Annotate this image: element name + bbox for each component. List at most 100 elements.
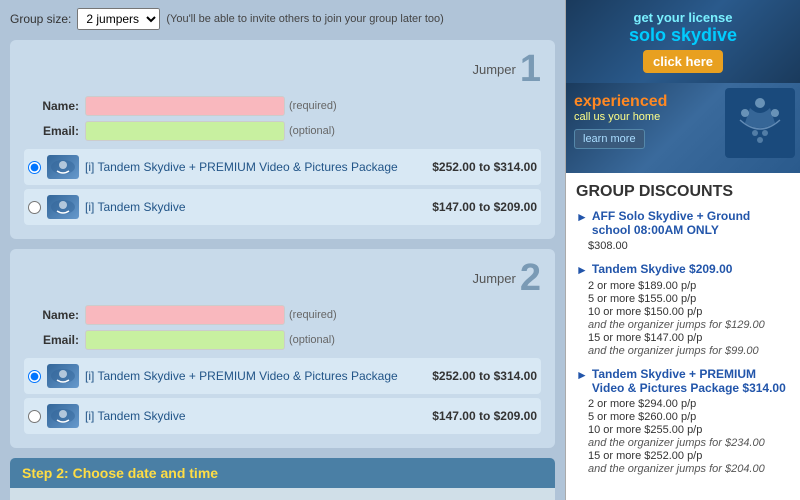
jumper-1-pkg-premium-name: [i] Tandem Skydive + PREMIUM Video & Pic…: [85, 160, 432, 174]
discount-title-0: AFF Solo Skydive + Ground school 08:00AM…: [592, 209, 790, 237]
jumper-2-package-basic: [i] Tandem Skydive $147.00 to $209.00: [24, 398, 541, 434]
group-discounts-title: GROUP DISCOUNTS: [576, 183, 790, 201]
group-size-label: Group size:: [10, 12, 71, 26]
solo-get-license: get your license: [634, 10, 733, 25]
discount-2-detail-4: 15 or more $252.00 p/p: [588, 450, 790, 462]
skydive-icon-1a: [49, 157, 77, 177]
click-here-button[interactable]: click here: [643, 50, 723, 73]
jumper-1-email-input[interactable]: [85, 121, 285, 141]
jumper-1-package-basic-radio[interactable]: [28, 201, 41, 214]
left-column: Group size: 2 jumpers 1 jumper 3 jumpers…: [0, 0, 565, 500]
jumper-1-pkg-premium-price: $252.00 to $314.00: [432, 160, 537, 174]
step2-title-highlight: Choose date and time: [73, 465, 218, 481]
jumper-2-email-input[interactable]: [85, 330, 285, 350]
experienced-banner[interactable]: experienced call us your home learn more: [566, 83, 800, 173]
group-size-select[interactable]: 2 jumpers 1 jumper 3 jumpers 4 jumpers: [77, 8, 160, 30]
discount-item-2-header: ► Tandem Skydive + PREMIUM Video & Pictu…: [576, 367, 790, 395]
discount-details-2: 2 or more $294.00 p/p 5 or more $260.00 …: [576, 398, 790, 475]
jumper-1-header: Jumper 1: [24, 50, 541, 88]
jumper-2-package-premium: [i] Tandem Skydive + PREMIUM Video & Pic…: [24, 358, 541, 394]
jumper-1-name-label: Name:: [24, 99, 79, 113]
jumper-2-pkg-premium-price: $252.00 to $314.00: [432, 369, 537, 383]
discount-2-detail-1: 5 or more $260.00 p/p: [588, 411, 790, 423]
jumper-1-package-premium-icon: [47, 155, 79, 179]
jumper-2-email-optional: (optional): [289, 334, 335, 346]
skydive-icon-2a: [49, 366, 77, 386]
jumper-2-name-input[interactable]: [85, 305, 285, 325]
jumper-1-package-basic-icon: [47, 195, 79, 219]
jumper-2-pkg-basic-price: $147.00 to $209.00: [432, 409, 537, 423]
jumper-1-pkg-basic-name: [i] Tandem Skydive: [85, 200, 432, 214]
skydive-icon-2b: [49, 406, 77, 426]
step2-body: Please pick a date and a time for your g…: [10, 488, 555, 500]
discount-1-detail-4: 15 or more $147.00 p/p: [588, 332, 790, 344]
discount-title-2: Tandem Skydive + PREMIUM Video & Picture…: [592, 367, 790, 395]
jumper-2-pkg-basic-name: [i] Tandem Skydive: [85, 409, 432, 423]
discount-item-0: ► AFF Solo Skydive + Ground school 08:00…: [576, 209, 790, 252]
discount-item-0-header: ► AFF Solo Skydive + Ground school 08:00…: [576, 209, 790, 237]
jumper-1-email-row: Email: (optional): [24, 121, 541, 141]
skydivers-image: [725, 88, 795, 158]
discount-1-detail-1: 5 or more $155.00 p/p: [588, 293, 790, 305]
discount-arrow-1: ►: [576, 263, 588, 277]
discount-1-detail-0: 2 or more $189.00 p/p: [588, 280, 790, 292]
discount-item-2: ► Tandem Skydive + PREMIUM Video & Pictu…: [576, 367, 790, 475]
jumper-2-package-basic-icon: [47, 404, 79, 428]
discount-1-detail-3: and the organizer jumps for $129.00: [588, 319, 790, 331]
jumper-2-label: Jumper: [473, 271, 516, 286]
jumper-1-packages: [i] Tandem Skydive + PREMIUM Video & Pic…: [24, 149, 541, 225]
jumper-2-pkg-premium-name: [i] Tandem Skydive + PREMIUM Video & Pic…: [85, 369, 432, 383]
discount-title-1: Tandem Skydive $209.00: [592, 262, 733, 276]
discount-arrow-2: ►: [576, 368, 588, 382]
step2-header: Step 2: Choose date and time: [10, 458, 555, 488]
jumper-1-name-row: Name: (required): [24, 96, 541, 116]
jumper-1-package-premium-radio[interactable]: [28, 161, 41, 174]
discount-arrow-0: ►: [576, 210, 588, 224]
step2-title-main: Step 2:: [22, 465, 73, 481]
discount-details-0: $308.00: [576, 240, 790, 252]
discount-1-detail-5: and the organizer jumps for $99.00: [588, 345, 790, 357]
jumper-1-number: 1: [520, 50, 541, 88]
jumper-1-email-optional: (optional): [289, 125, 335, 137]
group-size-note: (You'll be able to invite others to join…: [166, 13, 443, 25]
skydivers-svg: [725, 88, 795, 158]
jumper-card-2: Jumper 2 Name: (required) Email: (option…: [10, 249, 555, 448]
discount-detail-0-price: $308.00: [588, 240, 790, 252]
step2-title: Step 2: Choose date and time: [22, 465, 543, 481]
skydive-icon-1b: [49, 197, 77, 217]
jumper-2-email-label: Email:: [24, 333, 79, 347]
jumper-2-package-premium-icon: [47, 364, 79, 388]
jumper-2-number: 2: [520, 259, 541, 297]
jumper-2-package-basic-radio[interactable]: [28, 410, 41, 423]
jumper-1-package-premium: [i] Tandem Skydive + PREMIUM Video & Pic…: [24, 149, 541, 185]
discount-2-detail-2: 10 or more $255.00 p/p: [588, 424, 790, 436]
discount-item-1-header: ► Tandem Skydive $209.00: [576, 262, 790, 277]
jumper-1-package-basic: [i] Tandem Skydive $147.00 to $209.00: [24, 189, 541, 225]
discount-details-1: 2 or more $189.00 p/p 5 or more $155.00 …: [576, 280, 790, 357]
jumper-2-name-row: Name: (required): [24, 305, 541, 325]
step2-section: Step 2: Choose date and time Please pick…: [10, 458, 555, 500]
right-column: get your license solo skydive click here…: [565, 0, 800, 500]
discount-1-detail-2: 10 or more $150.00 p/p: [588, 306, 790, 318]
jumper-1-label: Jumper: [473, 62, 516, 77]
solo-skydive-banner[interactable]: get your license solo skydive click here: [566, 0, 800, 83]
jumper-1-email-label: Email:: [24, 124, 79, 138]
jumper-2-header: Jumper 2: [24, 259, 541, 297]
discount-item-1: ► Tandem Skydive $209.00 2 or more $189.…: [576, 262, 790, 357]
jumper-2-email-row: Email: (optional): [24, 330, 541, 350]
jumper-card-1: Jumper 1 Name: (required) Email: (option…: [10, 40, 555, 239]
discount-2-detail-5: and the organizer jumps for $204.00: [588, 463, 790, 475]
discount-2-detail-0: 2 or more $294.00 p/p: [588, 398, 790, 410]
jumper-2-name-label: Name:: [24, 308, 79, 322]
jumper-1-name-required: (required): [289, 100, 337, 112]
jumper-2-name-required: (required): [289, 309, 337, 321]
jumper-1-name-input[interactable]: [85, 96, 285, 116]
group-size-row: Group size: 2 jumpers 1 jumper 3 jumpers…: [10, 8, 555, 30]
jumper-2-packages: [i] Tandem Skydive + PREMIUM Video & Pic…: [24, 358, 541, 434]
group-discounts-section: GROUP DISCOUNTS ► AFF Solo Skydive + Gro…: [566, 173, 800, 495]
jumper-1-pkg-basic-price: $147.00 to $209.00: [432, 200, 537, 214]
solo-banner-line1: get your license: [634, 10, 733, 25]
learn-more-button[interactable]: learn more: [574, 129, 645, 149]
discount-2-detail-3: and the organizer jumps for $234.00: [588, 437, 790, 449]
jumper-2-package-premium-radio[interactable]: [28, 370, 41, 383]
